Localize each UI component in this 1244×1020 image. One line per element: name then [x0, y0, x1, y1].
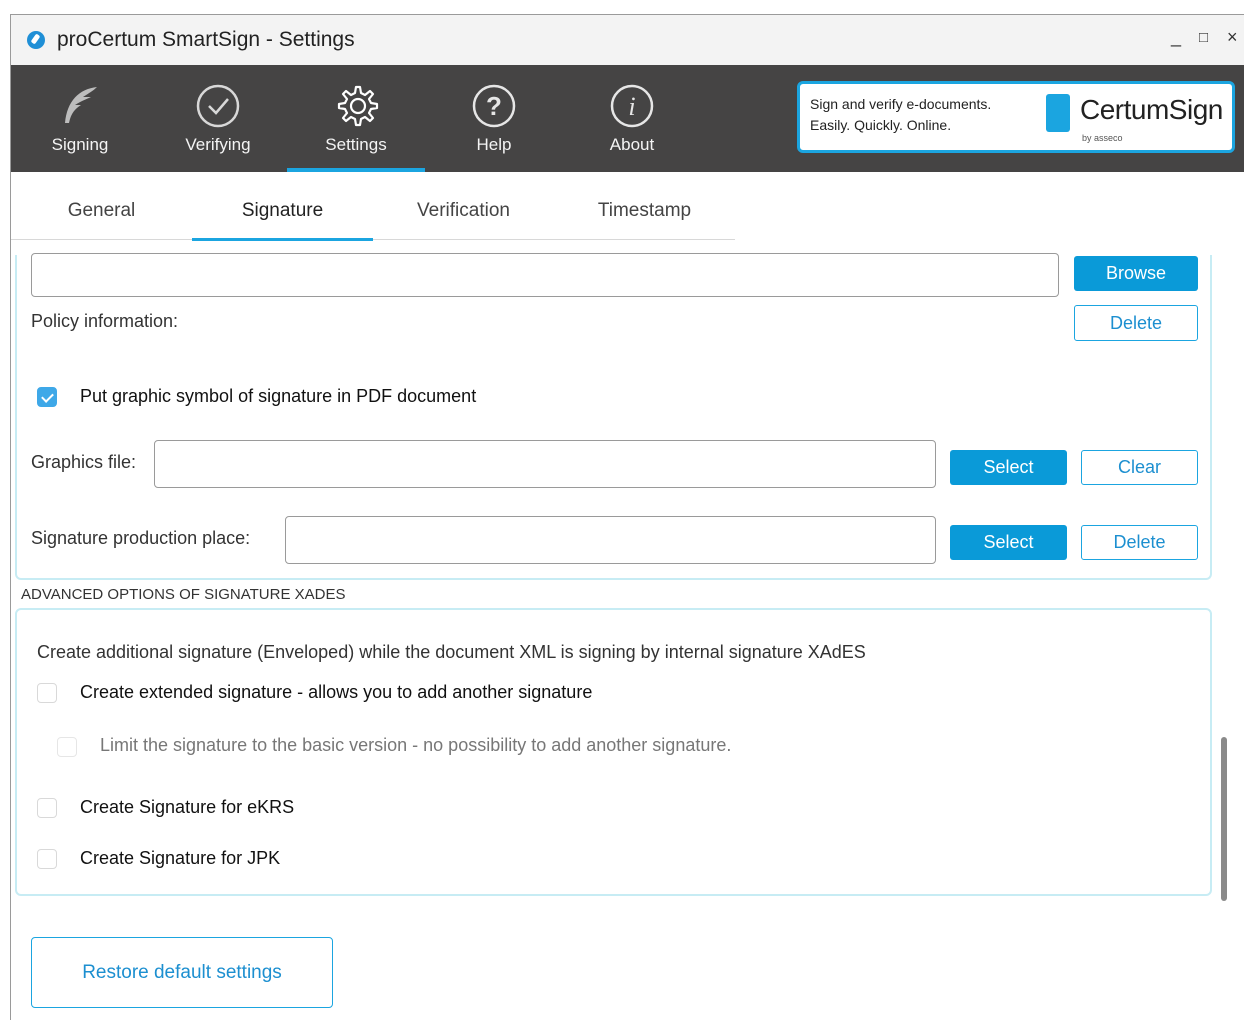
toolbar-about[interactable]: i About [563, 65, 701, 172]
toolbar-signing[interactable]: Signing [11, 65, 149, 172]
ekrs-signature-label[interactable]: Create Signature for eKRS [80, 797, 294, 818]
toolbar-verifying[interactable]: Verifying [149, 65, 287, 172]
settings-window: proCertum SmartSign - Settings _ □ × Sig… [10, 14, 1244, 1020]
title-bar: proCertum SmartSign - Settings _ □ × [11, 15, 1244, 65]
toolbar-signing-label: Signing [51, 135, 109, 154]
app-logo-icon [27, 31, 45, 49]
vertical-scrollbar[interactable] [1221, 737, 1227, 901]
extended-signature-checkbox[interactable] [37, 683, 57, 703]
graphics-select-button[interactable]: Select [950, 450, 1067, 485]
toolbar-settings[interactable]: Settings [287, 65, 425, 172]
banner-line-2: Easily. Quickly. Online. [810, 117, 952, 133]
jpk-signature-label[interactable]: Create Signature for JPK [80, 848, 280, 869]
extended-signature-label[interactable]: Create extended signature - allows you t… [80, 682, 592, 703]
production-delete-button[interactable]: Delete [1081, 525, 1198, 560]
tabs-divider [11, 239, 735, 240]
graphics-file-label: Graphics file: [31, 452, 137, 472]
production-place-label: Signature production place: [31, 528, 251, 548]
document-icon [1046, 94, 1070, 132]
feather-icon [65, 87, 97, 123]
certumsign-banner[interactable]: Sign and verify e-documents. Easily. Qui… [797, 81, 1235, 153]
production-select-button[interactable]: Select [950, 525, 1067, 560]
graphics-clear-button[interactable]: Clear [1081, 450, 1198, 485]
tab-signature[interactable]: Signature [192, 200, 373, 241]
restore-defaults-button[interactable]: Restore default settings [31, 937, 333, 1008]
info-circle-icon: i [610, 84, 654, 128]
advanced-description: Create additional signature (Enveloped) … [37, 642, 866, 662]
question-circle-icon: ? [472, 84, 516, 128]
delete-policy-button[interactable]: Delete [1074, 305, 1198, 341]
main-toolbar: Signing Verifying Settings ? Help i Abou… [11, 65, 1244, 172]
browse-button[interactable]: Browse [1074, 256, 1198, 291]
policy-file-field[interactable] [31, 253, 1059, 297]
banner-by-line: by asseco [1082, 133, 1123, 143]
toolbar-help-label: Help [476, 135, 512, 154]
advanced-options-header: ADVANCED OPTIONS OF SIGNATURE XADES [21, 586, 346, 603]
svg-text:?: ? [486, 91, 502, 121]
graphics-file-field[interactable] [154, 440, 936, 488]
settings-tabs: General Signature Verification Timestamp [11, 172, 1244, 256]
banner-brand: CertumSign [1080, 94, 1223, 125]
gear-icon [337, 85, 379, 127]
toolbar-about-label: About [609, 135, 655, 154]
tab-timestamp[interactable]: Timestamp [554, 200, 735, 222]
minimize-button[interactable]: _ [1171, 27, 1181, 48]
basic-version-checkbox[interactable] [57, 737, 77, 757]
production-place-field[interactable] [285, 516, 936, 564]
close-button[interactable]: × [1227, 27, 1238, 48]
svg-text:i: i [628, 92, 635, 121]
window-title: proCertum SmartSign - Settings [57, 28, 355, 51]
basic-version-label[interactable]: Limit the signature to the basic version… [100, 735, 731, 756]
banner-line-1: Sign and verify e-documents. [810, 96, 992, 112]
graphic-symbol-label[interactable]: Put graphic symbol of signature in PDF d… [80, 386, 476, 407]
check-circle-icon [196, 84, 240, 128]
tab-general[interactable]: General [11, 200, 192, 222]
toolbar-verifying-label: Verifying [185, 135, 251, 154]
maximize-button[interactable]: □ [1199, 29, 1208, 46]
toolbar-help[interactable]: ? Help [425, 65, 563, 172]
ekrs-signature-checkbox[interactable] [37, 798, 57, 818]
policy-information-label: Policy information: [31, 311, 179, 331]
tab-verification[interactable]: Verification [373, 200, 554, 222]
toolbar-settings-label: Settings [325, 135, 387, 154]
jpk-signature-checkbox[interactable] [37, 849, 57, 869]
graphic-symbol-checkbox[interactable] [37, 387, 57, 407]
